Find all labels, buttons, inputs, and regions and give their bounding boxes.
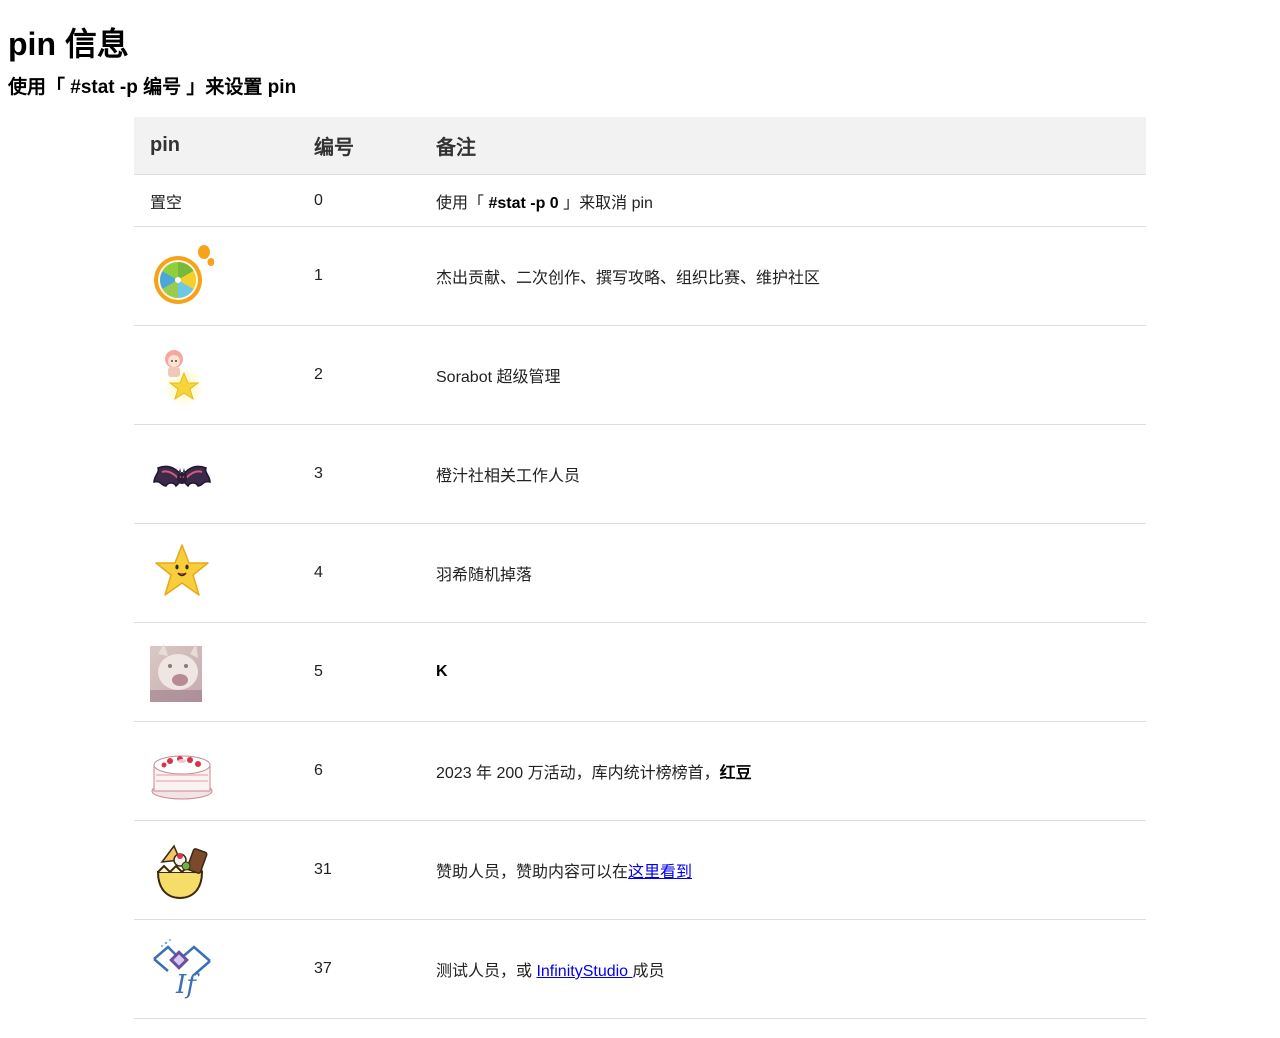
note-text: 」来取消 pin (558, 194, 653, 212)
number-cell: 1 (298, 226, 420, 326)
pin-cell (134, 622, 298, 722)
number-cell: 0 (298, 174, 420, 227)
pin-cell (134, 424, 298, 524)
orange-slice-icon (154, 245, 214, 304)
pin-cell: 置空 (134, 174, 298, 227)
pin-cell (134, 325, 298, 425)
bat-icon (153, 465, 211, 488)
pin-cell: If (134, 919, 298, 1019)
table-row: 置空 0 使用「 #stat -p 0 」来取消 pin (134, 174, 1146, 227)
table-row: 6 2023 年 200 万活动，库内统计榜榜首，红豆 (134, 721, 1146, 821)
cat-photo-icon (150, 644, 202, 702)
table-row: 4 羽希随机掉落 (134, 523, 1146, 623)
note-cell: 测试人员，或 InfinityStudio 成员 (420, 919, 1146, 1019)
table-row: 31 赞助人员，赞助内容可以在这里看到 (134, 820, 1146, 920)
page: pin 信息 使用「 #stat -p 编号 」来设置 pin pin 编号 备… (0, 0, 1280, 1019)
header-pin: pin (134, 117, 298, 175)
egg-sweets-icon (156, 844, 208, 900)
sponsor-link[interactable]: 这里看到 (628, 864, 692, 881)
table-row: 3 橙汁社相关工作人员 (134, 424, 1146, 524)
number-cell: 4 (298, 523, 420, 623)
svg-text:If: If (175, 970, 200, 1000)
page-subtitle: 使用「 #stat -p 编号 」来设置 pin (8, 77, 297, 98)
note-cell: 橙汁社相关工作人员 (420, 424, 1146, 524)
page-title: pin 信息 (8, 26, 129, 62)
anime-character-star-icon (164, 350, 204, 407)
note-text: 赞助人员，赞助内容可以在 (436, 864, 629, 881)
note-text: 使用「 (436, 194, 489, 212)
note-bold: K (436, 663, 448, 680)
number-cell: 6 (298, 721, 420, 821)
number-cell: 5 (298, 622, 420, 722)
pin-cell (134, 226, 298, 326)
pin-cell (134, 820, 298, 920)
note-text: 成员 (632, 963, 665, 980)
infinity-studio-logo-icon: If (153, 939, 211, 1000)
note-bold: #stat -p 0 (488, 194, 559, 212)
header-number: 编号 (298, 117, 420, 175)
note-cell: 羽希随机掉落 (420, 523, 1146, 623)
note-cell: 杰出贡献、二次创作、撰写攻略、组织比赛、维护社区 (420, 226, 1146, 326)
header-note: 备注 (420, 117, 1146, 175)
note-bold: 红豆 (719, 765, 752, 782)
cake-icon (151, 755, 213, 800)
note-cell: 2023 年 200 万活动，库内统计榜榜首，红豆 (420, 721, 1146, 821)
infinitystudio-link[interactable]: InfinityStudio (536, 963, 632, 980)
note-text: 2023 年 200 万活动，库内统计榜榜首， (436, 765, 720, 782)
note-cell: 使用「 #stat -p 0 」来取消 pin (420, 174, 1146, 227)
note-cell: 赞助人员，赞助内容可以在这里看到 (420, 820, 1146, 920)
number-cell: 3 (298, 424, 420, 524)
table-row: 5 K (134, 622, 1146, 722)
table-row: 1 杰出贡献、二次创作、撰写攻略、组织比赛、维护社区 (134, 226, 1146, 326)
note-text: 测试人员，或 (436, 963, 537, 980)
pin-cell (134, 523, 298, 623)
number-cell: 31 (298, 820, 420, 920)
number-cell: 37 (298, 919, 420, 1019)
pin-cell (134, 721, 298, 821)
table-row: 2 Sorabot 超级管理 (134, 325, 1146, 425)
note-cell: Sorabot 超级管理 (420, 325, 1146, 425)
note-cell: K (420, 622, 1146, 722)
table-row: If 37 测试人员，或 InfinityStudio 成员 (134, 919, 1146, 1019)
smiling-star-icon (155, 544, 209, 596)
table-header-row: pin 编号 备注 (134, 117, 1146, 175)
pin-table: pin 编号 备注 置空 0 使用「 #stat -p 0 」来取消 pin 1… (134, 117, 1146, 1019)
number-cell: 2 (298, 325, 420, 425)
